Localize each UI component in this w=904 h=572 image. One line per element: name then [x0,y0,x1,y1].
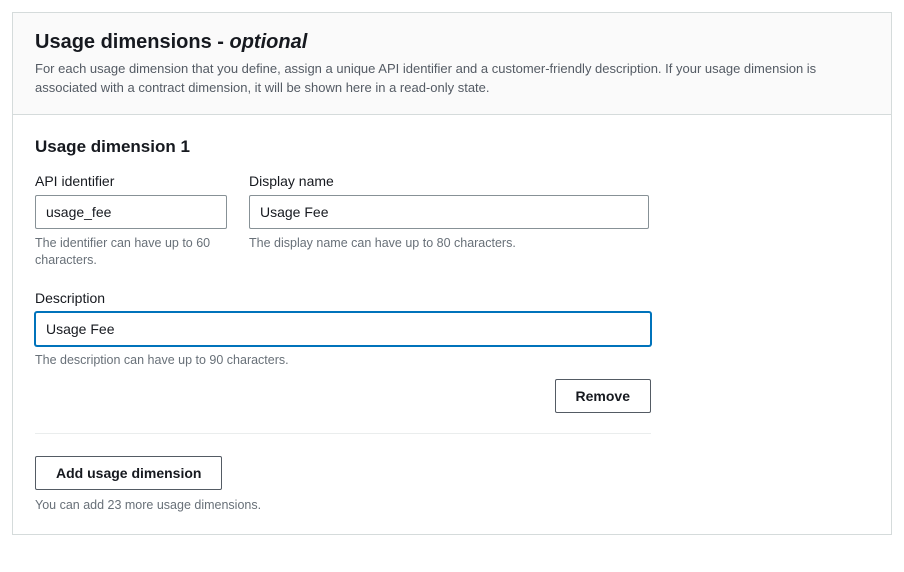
description-label: Description [35,290,651,306]
display-name-help: The display name can have up to 80 chara… [249,235,649,253]
panel-body: Usage dimension 1 API identifier The ide… [13,115,891,535]
api-identifier-label: API identifier [35,173,227,189]
description-field: Description The description can have up … [35,290,651,370]
panel-header: Usage dimensions - optional For each usa… [13,13,891,115]
dimension-actions: Remove [35,379,651,413]
panel-title-text: Usage dimensions - [35,31,230,53]
add-usage-dimension-button[interactable]: Add usage dimension [35,456,222,490]
api-identifier-help: The identifier can have up to 60 charact… [35,235,227,270]
remaining-dimensions-help: You can add 23 more usage dimensions. [35,498,869,512]
usage-dimensions-panel: Usage dimensions - optional For each usa… [12,12,892,535]
api-identifier-input[interactable] [35,195,227,229]
dimension-row-1: API identifier The identifier can have u… [35,173,869,270]
panel-description: For each usage dimension that you define… [35,60,869,98]
remove-button[interactable]: Remove [555,379,651,413]
panel-title: Usage dimensions - optional [35,31,869,54]
panel-title-optional: optional [230,31,308,53]
description-input[interactable] [35,312,651,346]
display-name-input[interactable] [249,195,649,229]
api-identifier-field: API identifier The identifier can have u… [35,173,227,270]
display-name-label: Display name [249,173,649,189]
display-name-field: Display name The display name can have u… [249,173,649,270]
description-help: The description can have up to 90 charac… [35,352,651,370]
divider [35,433,651,434]
dimension-title: Usage dimension 1 [35,137,869,157]
